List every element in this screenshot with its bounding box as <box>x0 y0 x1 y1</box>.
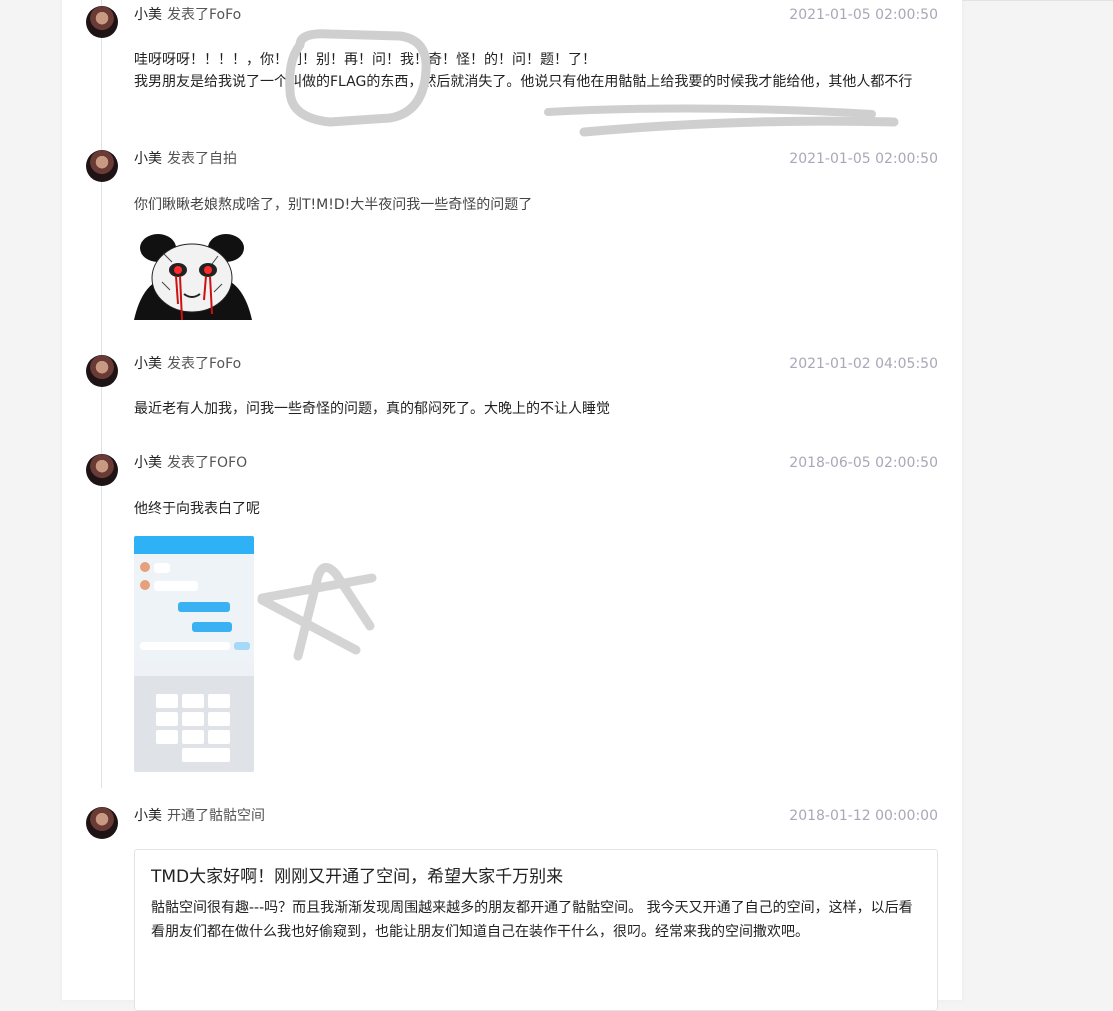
author-name[interactable]: 小美 <box>134 455 162 471</box>
post-content: 最近老有人加我，问我一些奇怪的问题，真的郁闷死了。大晚上的不让人睡觉 <box>134 398 938 420</box>
post-action: 发表了自拍 <box>167 151 237 167</box>
post-text-line: 我男朋友是给我说了一个叫做的FLAG的东西，然后就消失了。他说只有他在用骷骷上给… <box>134 74 913 90</box>
shared-article-card[interactable]: TMD大家好啊！刚刚又开通了空间，希望大家千万别来 骷骷空间很有趣---吗？而且… <box>134 849 938 1011</box>
chat-screenshot-image[interactable] <box>134 536 254 772</box>
avatar[interactable] <box>86 150 118 182</box>
author-name[interactable]: 小美 <box>134 808 162 824</box>
avatar[interactable] <box>86 454 118 486</box>
post-action: 开通了骷骷空间 <box>167 808 265 824</box>
post-author: 小美 发表了FOFO <box>134 454 247 472</box>
post-text-line: 哇呀呀呀！！！！，你！们！别！再！问！我！奇！怪！的！问！题！了！ <box>134 52 596 68</box>
post-text-line: 最近老有人加我，问我一些奇怪的问题，真的郁闷死了。大晚上的不让人睡觉 <box>134 401 610 417</box>
post-text-line: 他终于向我表白了呢 <box>134 501 260 517</box>
post-timestamp: 2021-01-02 04:05:50 <box>789 356 938 372</box>
avatar[interactable] <box>86 355 118 387</box>
timeline-line <box>101 0 102 788</box>
author-name[interactable]: 小美 <box>134 7 162 23</box>
window-top-border <box>962 0 1113 1</box>
post-action: 发表了FOFO <box>167 455 248 471</box>
avatar[interactable] <box>86 807 118 839</box>
post-content: 哇呀呀呀！！！！，你！们！别！再！问！我！奇！怪！的！问！题！了！ 我男朋友是给… <box>134 49 938 93</box>
article-title[interactable]: TMD大家好啊！刚刚又开通了空间，希望大家千万别来 <box>151 866 563 888</box>
post-text-line: 你们瞅瞅老娘熬成啥了，别T!M!D!大半夜问我一些奇怪的问题了 <box>134 197 533 213</box>
post-action: 发表了FoFo <box>167 356 242 372</box>
post-author: 小美 开通了骷骷空间 <box>134 807 265 825</box>
post-author: 小美 发表了FoFo <box>134 6 241 24</box>
post-timestamp: 2021-01-05 02:00:50 <box>789 7 938 23</box>
post-action: 发表了FoFo <box>167 7 242 23</box>
post-timestamp: 2018-06-05 02:00:50 <box>789 455 938 471</box>
post-author: 小美 发表了自拍 <box>134 150 237 168</box>
post-author: 小美 发表了FoFo <box>134 355 241 373</box>
post-timestamp: 2018-01-12 00:00:00 <box>789 808 938 824</box>
author-name[interactable]: 小美 <box>134 356 162 372</box>
author-name[interactable]: 小美 <box>134 151 162 167</box>
post-timestamp: 2021-01-05 02:00:50 <box>789 151 938 167</box>
panda-meme-image[interactable] <box>134 234 252 320</box>
post-content: 他终于向我表白了呢 <box>134 498 938 520</box>
avatar[interactable] <box>86 6 118 38</box>
article-body: 骷骷空间很有趣---吗？而且我渐渐发现周围越来越多的朋友都开通了骷骷空间。 我今… <box>151 900 913 940</box>
post-content: 你们瞅瞅老娘熬成啥了，别T!M!D!大半夜问我一些奇怪的问题了 <box>134 194 938 216</box>
